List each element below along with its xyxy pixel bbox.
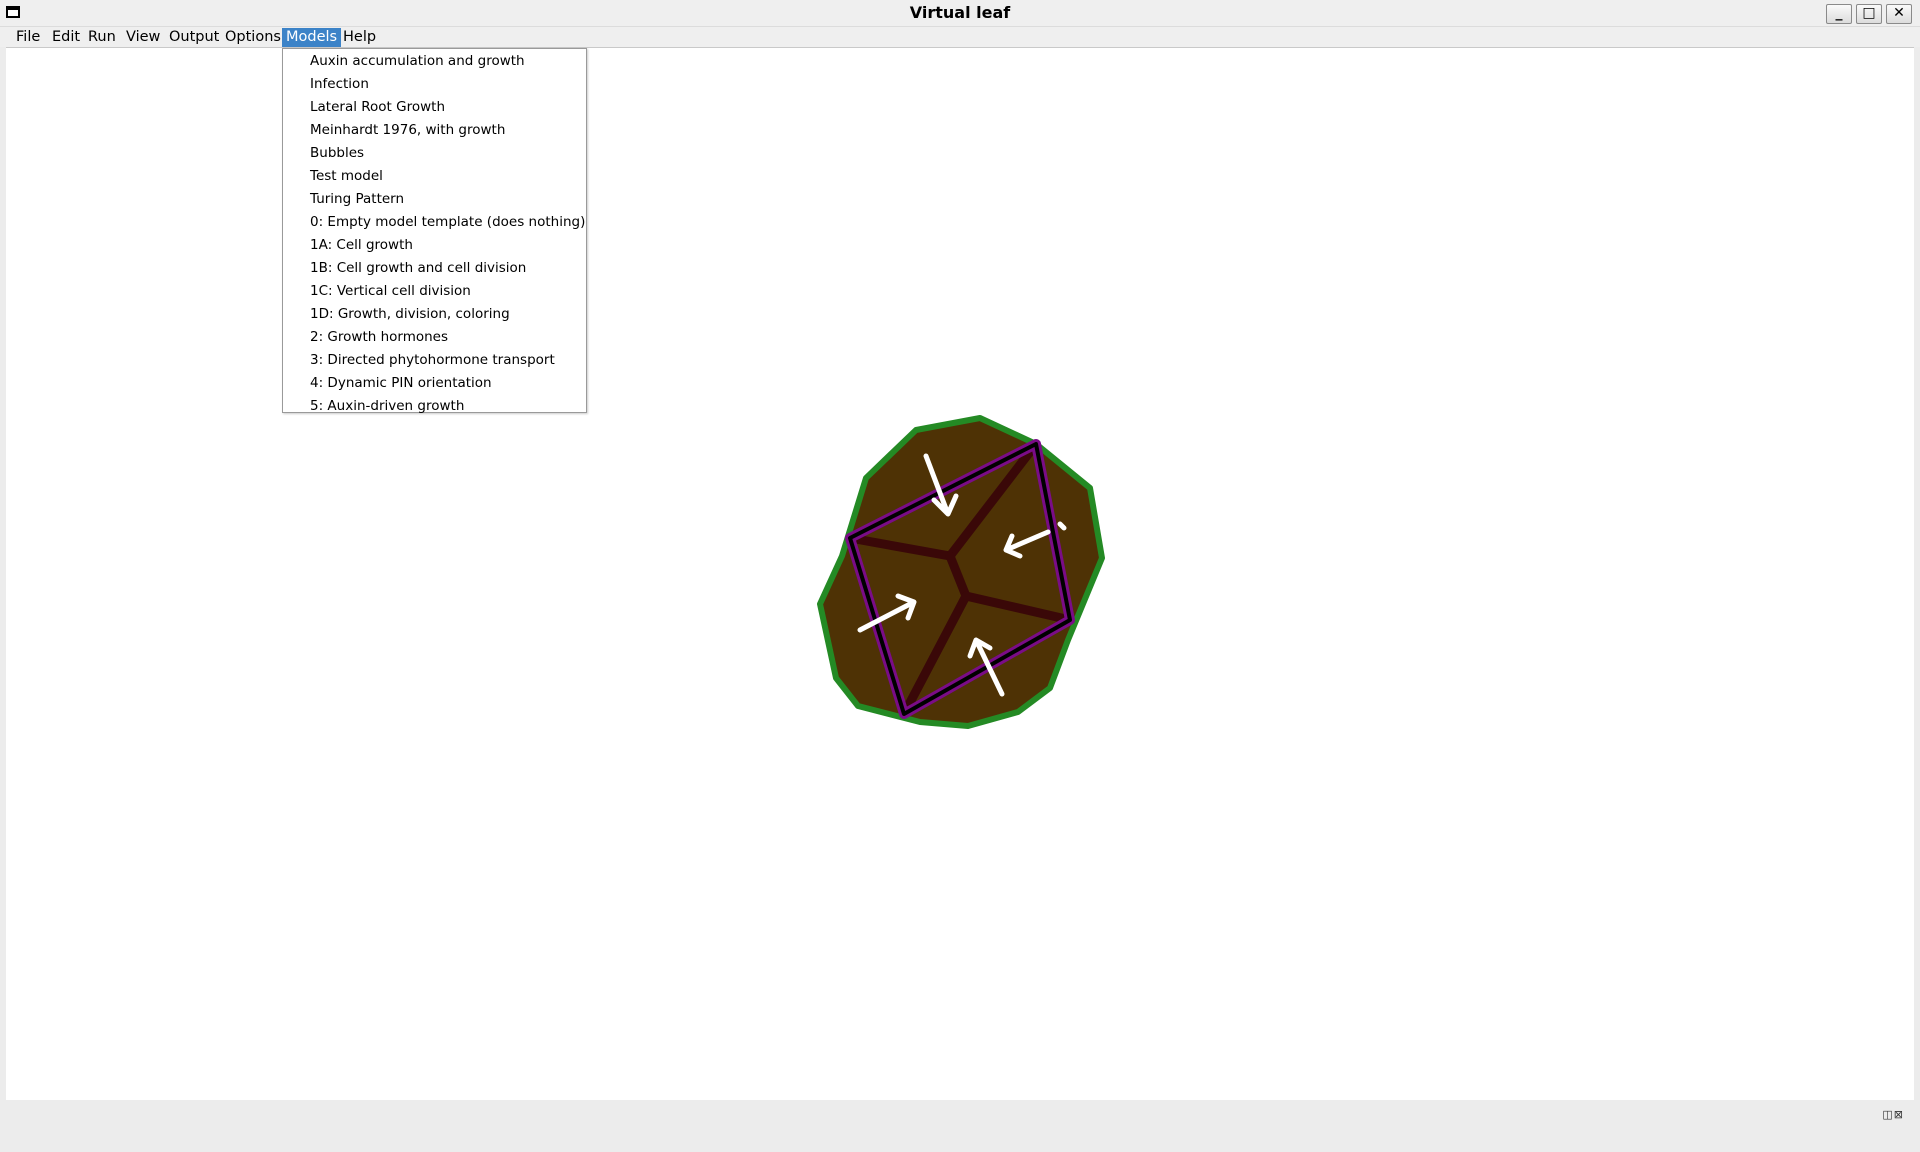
model-item-3-directed-transport[interactable]: 3: Directed phytohormone transport <box>283 349 586 372</box>
model-item-lateral-root-growth[interactable]: Lateral Root Growth <box>283 96 586 119</box>
model-item-meinhardt[interactable]: Meinhardt 1976, with growth <box>283 119 586 142</box>
model-item-1b-growth-division[interactable]: 1B: Cell growth and cell division <box>283 257 586 280</box>
model-item-1d-growth-division-coloring[interactable]: 1D: Growth, division, coloring <box>283 303 586 326</box>
models-dropdown-menu: Auxin accumulation and growth Infection … <box>282 48 587 414</box>
model-item-1a-cell-growth[interactable]: 1A: Cell growth <box>283 234 586 257</box>
model-item-5-auxin-driven-growth[interactable]: 5: Auxin-driven growth <box>283 395 586 418</box>
model-item-4-dynamic-pin[interactable]: 4: Dynamic PIN orientation <box>283 372 586 395</box>
model-item-test-model[interactable]: Test model <box>283 165 586 188</box>
dock-controls-icon[interactable]: ◫⊠ <box>1882 1108 1904 1121</box>
model-item-infection[interactable]: Infection <box>283 73 586 96</box>
model-item-2-growth-hormones[interactable]: 2: Growth hormones <box>283 326 586 349</box>
model-item-1c-vertical-division[interactable]: 1C: Vertical cell division <box>283 280 586 303</box>
model-item-turing-pattern[interactable]: Turing Pattern <box>283 188 586 211</box>
status-bar: ◫⊠ <box>6 1100 1914 1144</box>
model-item-auxin-accumulation[interactable]: Auxin accumulation and growth <box>283 50 586 73</box>
model-item-bubbles[interactable]: Bubbles <box>283 142 586 165</box>
model-item-empty-template[interactable]: 0: Empty model template (does nothing) <box>283 211 586 234</box>
